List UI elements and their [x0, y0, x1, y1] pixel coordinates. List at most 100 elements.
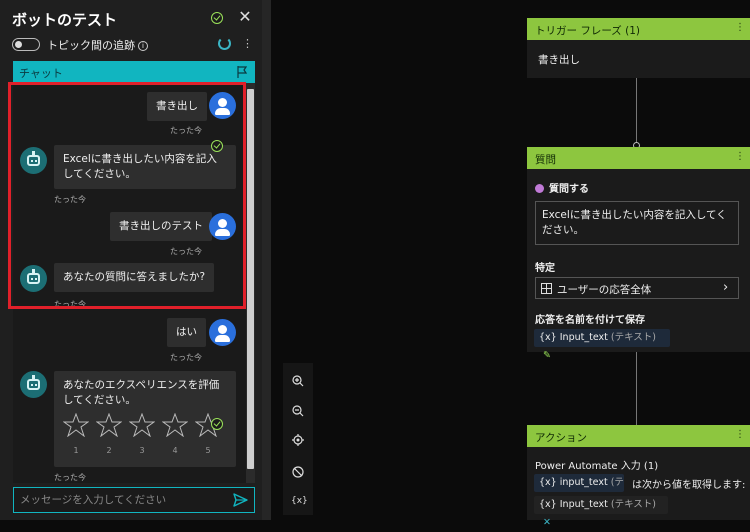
input-name: input_text	[559, 477, 608, 488]
variable-name: Input_text	[559, 332, 608, 343]
check-icon	[211, 140, 223, 152]
close-icon[interactable]: ✕	[236, 8, 254, 26]
question-node-header: 質問 ⋮	[527, 147, 750, 169]
variable-type: (テキスト)	[610, 499, 657, 510]
toggle-label: トピック間の追跡 i	[47, 37, 148, 53]
question-node[interactable]: 質問 ⋮ 質問する 特定 応答を名前を付けて保存	[527, 147, 750, 352]
edit-pencil-icon[interactable]: ✎	[543, 350, 551, 361]
chat-scrollbar[interactable]	[246, 83, 255, 483]
zoom-in-icon[interactable]	[291, 374, 305, 388]
refresh-icon[interactable]	[218, 37, 231, 50]
from-text: は次から値を取得します:	[632, 480, 746, 491]
table-icon	[541, 283, 552, 294]
input-type: (テ...	[610, 477, 624, 488]
chevron-right-icon: ›	[723, 280, 729, 295]
message-timestamp: たった今	[170, 353, 202, 362]
star-icon	[95, 412, 123, 438]
question-node-title: 質問	[535, 154, 556, 166]
identify-label: 特定	[535, 263, 555, 274]
bot-avatar	[20, 265, 47, 292]
node-more-icon[interactable]: ⋮	[735, 151, 745, 163]
question-text-box[interactable]: Excelに書き出したい内容を記入してください。	[535, 201, 739, 245]
action-node-header: アクション ⋮	[527, 425, 750, 447]
save-response-label: 応答を名前を付けて保存	[535, 315, 645, 326]
rating-prompt: あなたのエクスペリエンスを評価してください。	[63, 379, 220, 406]
message-timestamp: たった今	[170, 126, 202, 135]
rating-card: あなたのエクスペリエンスを評価してください。 1 2 3 4 5	[54, 371, 236, 467]
user-avatar	[209, 213, 236, 240]
ask-label-text: 質問する	[549, 184, 589, 195]
node-more-icon[interactable]: ⋮	[735, 429, 745, 441]
connector-line	[636, 352, 637, 426]
info-icon[interactable]: i	[138, 41, 148, 51]
star-icon	[161, 412, 189, 438]
star-2[interactable]: 2	[95, 412, 123, 458]
check-icon	[211, 12, 223, 24]
connector-line	[636, 78, 637, 146]
message-timestamp: たった今	[54, 195, 86, 204]
star-label: 4	[172, 446, 178, 455]
panel-title: ボットのテスト	[12, 11, 118, 29]
ask-label: 質問する	[535, 180, 589, 195]
more-options-icon[interactable]: ⋮	[242, 37, 253, 50]
remove-icon[interactable]: ✕	[543, 517, 551, 528]
action-node-title: アクション	[535, 432, 587, 444]
message-timestamp: たった今	[170, 247, 202, 256]
message-composer[interactable]	[13, 487, 255, 513]
bot-message: あなたの質問に答えましたか?	[54, 263, 215, 292]
identify-value: ユーザーの応答全体	[557, 284, 652, 296]
variable-icon: {x}	[539, 332, 557, 343]
chat-header: チャット	[13, 61, 255, 83]
variable-icon: {x}	[539, 499, 557, 510]
trigger-node-header: トリガー フレーズ (1) ⋮	[527, 18, 750, 40]
zoom-out-icon[interactable]	[291, 404, 305, 418]
input-param-chip[interactable]: {x} input_text (テ...	[534, 474, 624, 492]
scroll-thumb[interactable]	[247, 89, 254, 469]
variable-icon: {x}	[539, 477, 557, 488]
variable-name: Input_text	[559, 499, 608, 510]
toggle-label-text: トピック間の追跡	[47, 39, 135, 52]
star-4[interactable]: 4	[161, 412, 189, 458]
star-label: 1	[73, 446, 79, 455]
check-icon	[211, 418, 223, 430]
message-timestamp: たった今	[54, 473, 86, 482]
bot-message: Excelに書き出したい内容を記入してください。	[54, 145, 236, 189]
user-message: 書き出しのテスト	[110, 212, 212, 241]
send-icon[interactable]	[233, 493, 248, 507]
trigger-node[interactable]: トリガー フレーズ (1) ⋮ 書き出し	[527, 18, 750, 78]
power-automate-label: Power Automate 入力 (1)	[535, 461, 659, 472]
flag-icon[interactable]	[237, 66, 247, 78]
variable-type: (テキスト)	[610, 332, 657, 343]
bot-avatar	[20, 371, 47, 398]
recenter-icon[interactable]	[291, 433, 305, 447]
minimap-off-icon[interactable]	[291, 465, 305, 479]
trigger-phrase: 書き出し	[538, 54, 580, 66]
panel-divider[interactable]	[262, 0, 271, 520]
star-icon	[128, 412, 156, 438]
test-bot-panel: ボットのテスト ✕ トピック間の追跡 i ⋮ チャット 書き出し たった今 Exc…	[0, 0, 262, 520]
star-label: 3	[139, 446, 145, 455]
user-message: 書き出し	[147, 92, 207, 121]
user-avatar	[209, 92, 236, 119]
track-topics-toggle[interactable]	[12, 38, 40, 51]
chat-header-label: チャット	[19, 67, 63, 80]
bot-avatar	[20, 147, 47, 174]
canvas-toolbar: {x}	[283, 363, 313, 515]
user-message: はい	[167, 318, 206, 347]
star-icon	[62, 412, 90, 438]
star-label: 2	[106, 446, 112, 455]
value-variable-chip[interactable]: {x} Input_text (テキスト) ✕	[534, 496, 668, 528]
trigger-node-title: トリガー フレーズ (1)	[535, 25, 641, 37]
question-icon	[535, 184, 544, 193]
star-1[interactable]: 1	[62, 412, 90, 458]
identify-select[interactable]: ユーザーの応答全体 ›	[535, 277, 739, 299]
save-variable-chip[interactable]: {x} Input_text (テキスト) ✎	[534, 329, 670, 361]
user-avatar	[209, 319, 236, 346]
star-label: 5	[205, 446, 211, 455]
message-timestamp: たった今	[54, 300, 86, 309]
node-more-icon[interactable]: ⋮	[735, 22, 745, 34]
star-3[interactable]: 3	[128, 412, 156, 458]
variables-icon[interactable]: {x}	[291, 494, 308, 508]
star-rating: 1 2 3 4 5	[62, 412, 223, 455]
message-input[interactable]	[20, 491, 220, 509]
